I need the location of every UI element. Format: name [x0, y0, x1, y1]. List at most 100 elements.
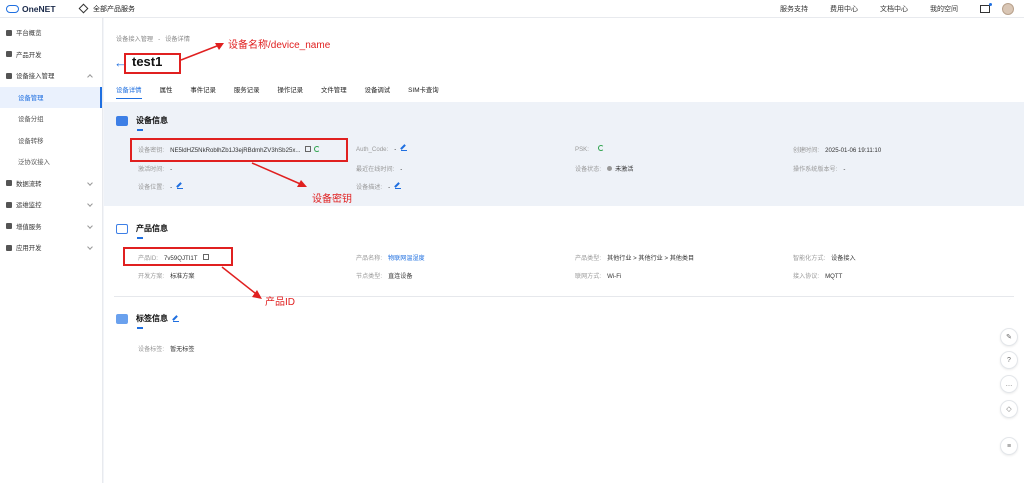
- sidebar-item-label: 设备管理: [18, 94, 44, 102]
- edit-icon[interactable]: [177, 183, 184, 189]
- device-desc-value: -: [388, 184, 391, 191]
- avatar[interactable]: [1002, 3, 1014, 15]
- created-time-field: 创建时间: 2025-01-06 19:11:10: [793, 145, 881, 154]
- edit-icon[interactable]: [395, 183, 402, 189]
- auth-code-value: -: [394, 146, 397, 153]
- onenet-logo[interactable]: OneNET: [6, 4, 66, 14]
- device-info-heading: 设备信息: [116, 115, 168, 126]
- product-name-link[interactable]: 物联网温湿度: [388, 255, 425, 262]
- breadcrumb-current: 设备详情: [165, 36, 190, 43]
- chevron-down-icon: [87, 244, 93, 250]
- main-content: 设备接入管理 - 设备详情 ← test1 设备详情 属性 事件记录 服务记录 操作…: [104, 18, 1024, 483]
- tab-bar: 设备详情 属性 事件记录 服务记录 操作记录 文件管理 设备调试 SIM卡查询: [116, 85, 457, 99]
- top-links: 服务支持 费用中心 文档中心 我的空间: [780, 0, 1024, 18]
- chat-icon[interactable]: …: [1000, 375, 1018, 393]
- app-dev-icon: [6, 244, 12, 251]
- dev-plan-label: 开发方案:: [138, 273, 165, 280]
- device-access-icon: [6, 72, 12, 79]
- menu-icon[interactable]: ≡: [1000, 437, 1018, 455]
- sidebar-item-product-dev[interactable]: 产品开发: [0, 44, 102, 66]
- device-desc-label: 设备描述:: [356, 184, 383, 191]
- node-type-label: 节点类型:: [356, 273, 383, 280]
- mail-icon[interactable]: [980, 3, 992, 13]
- top-bar: OneNET 全部产品服务 服务支持 费用中心 文档中心 我的空间: [0, 0, 1024, 18]
- activated-time-value: -: [170, 166, 173, 173]
- created-time-label: 创建时间:: [793, 147, 820, 154]
- sidebar-item-label: 数据流转: [16, 180, 42, 188]
- device-location-label: 设备位置:: [138, 184, 165, 191]
- tab-device-detail[interactable]: 设备详情: [116, 85, 142, 99]
- annotation-box-product-id: [123, 247, 233, 266]
- help-icon[interactable]: ?: [1000, 351, 1018, 369]
- sidebar-item-device-transfer[interactable]: 设备转移: [0, 130, 102, 152]
- notification-dot: [989, 3, 992, 6]
- link-support[interactable]: 服务支持: [780, 4, 808, 14]
- all-products-menu[interactable]: 全部产品服务: [78, 3, 135, 14]
- tab-sim[interactable]: SIM卡查询: [408, 85, 439, 99]
- tab-operations[interactable]: 操作记录: [277, 85, 303, 99]
- monitor-icon: [6, 201, 12, 208]
- product-type-value: 其他行业 > 其他行业 > 其他类目: [607, 255, 695, 262]
- tab-files[interactable]: 文件管理: [321, 85, 347, 99]
- edit-icon[interactable]: [401, 145, 408, 151]
- refresh-icon[interactable]: [597, 145, 604, 151]
- sidebar-item-label: 平台概览: [16, 30, 42, 38]
- device-location-field: 设备位置: -: [138, 182, 184, 191]
- sidebar-item-label: 应用开发: [16, 245, 42, 253]
- edit-icon[interactable]: [173, 316, 179, 322]
- link-docs[interactable]: 文档中心: [880, 4, 908, 14]
- tab-events[interactable]: 事件记录: [190, 85, 216, 99]
- edit-note-icon[interactable]: ✎: [1000, 328, 1018, 346]
- sidebar-item-monitoring[interactable]: 运维监控: [0, 194, 102, 216]
- smart-mode-label: 智能化方式:: [793, 255, 826, 262]
- diamond-icon: [78, 3, 89, 14]
- divider: [114, 296, 1014, 297]
- sidebar-item-label: 增值服务: [16, 223, 42, 231]
- sidebar-item-generic-protocol[interactable]: 泛协议接入: [0, 151, 102, 173]
- sidebar: 平台概览 产品开发 设备接入管理 设备管理 设备分组 设备转移 泛协议接入 数据…: [0, 18, 103, 483]
- last-online-field: 最近在线时间: -: [356, 164, 402, 173]
- tab-debug[interactable]: 设备调试: [365, 85, 391, 99]
- os-version-field: 操作系统版本号: -: [793, 164, 845, 173]
- sidebar-item-device-group[interactable]: 设备分组: [0, 108, 102, 130]
- device-info-title: 设备信息: [136, 116, 168, 125]
- sidebar-item-label: 设备转移: [18, 137, 44, 145]
- product-type-label: 产品类型:: [575, 255, 602, 262]
- link-billing[interactable]: 费用中心: [830, 4, 858, 14]
- auth-code-label: Auth_Code:: [356, 146, 389, 153]
- os-version-value: -: [843, 166, 846, 173]
- tab-services[interactable]: 服务记录: [234, 85, 260, 99]
- product-info-icon: [116, 223, 128, 234]
- sidebar-item-overview[interactable]: 平台概览: [0, 22, 102, 44]
- data-flow-icon: [6, 180, 12, 187]
- sidebar-item-label: 设备分组: [18, 116, 44, 124]
- smart-mode-value: 设备接入: [831, 255, 856, 262]
- device-tag-label: 设备标签:: [138, 346, 165, 353]
- logo-icon: [6, 4, 19, 13]
- sidebar-item-data-flow[interactable]: 数据流转: [0, 173, 102, 195]
- product-info-title: 产品信息: [136, 224, 168, 233]
- sidebar-item-app-dev[interactable]: 应用开发: [0, 237, 102, 259]
- sidebar-item-value-added[interactable]: 增值服务: [0, 216, 102, 238]
- link-my-space[interactable]: 我的空间: [930, 4, 958, 14]
- sidebar-item-label: 运维监控: [16, 202, 42, 210]
- psk-field: PSK:: [575, 145, 604, 153]
- activated-time-label: 激活时间:: [138, 166, 165, 173]
- section-accent: [137, 237, 143, 239]
- protocol-label: 接入协议:: [793, 273, 820, 280]
- section-accent: [137, 129, 143, 131]
- last-online-value: -: [400, 166, 403, 173]
- os-version-label: 操作系统版本号:: [793, 166, 838, 173]
- section-accent: [137, 327, 143, 329]
- network-value: Wi-Fi: [607, 273, 622, 280]
- device-info-icon: [116, 115, 128, 126]
- sidebar-item-device-management[interactable]: 设备管理: [0, 86, 102, 108]
- breadcrumb-parent[interactable]: 设备接入管理: [116, 36, 153, 43]
- product-info-heading: 产品信息: [116, 223, 168, 234]
- network-label: 联网方式:: [575, 273, 602, 280]
- node-type-value: 直连设备: [388, 273, 413, 280]
- sidebar-item-device-access[interactable]: 设备接入管理: [0, 65, 102, 87]
- value-added-icon: [6, 223, 12, 230]
- tab-properties[interactable]: 属性: [160, 85, 173, 99]
- support-icon[interactable]: ◇: [1000, 400, 1018, 418]
